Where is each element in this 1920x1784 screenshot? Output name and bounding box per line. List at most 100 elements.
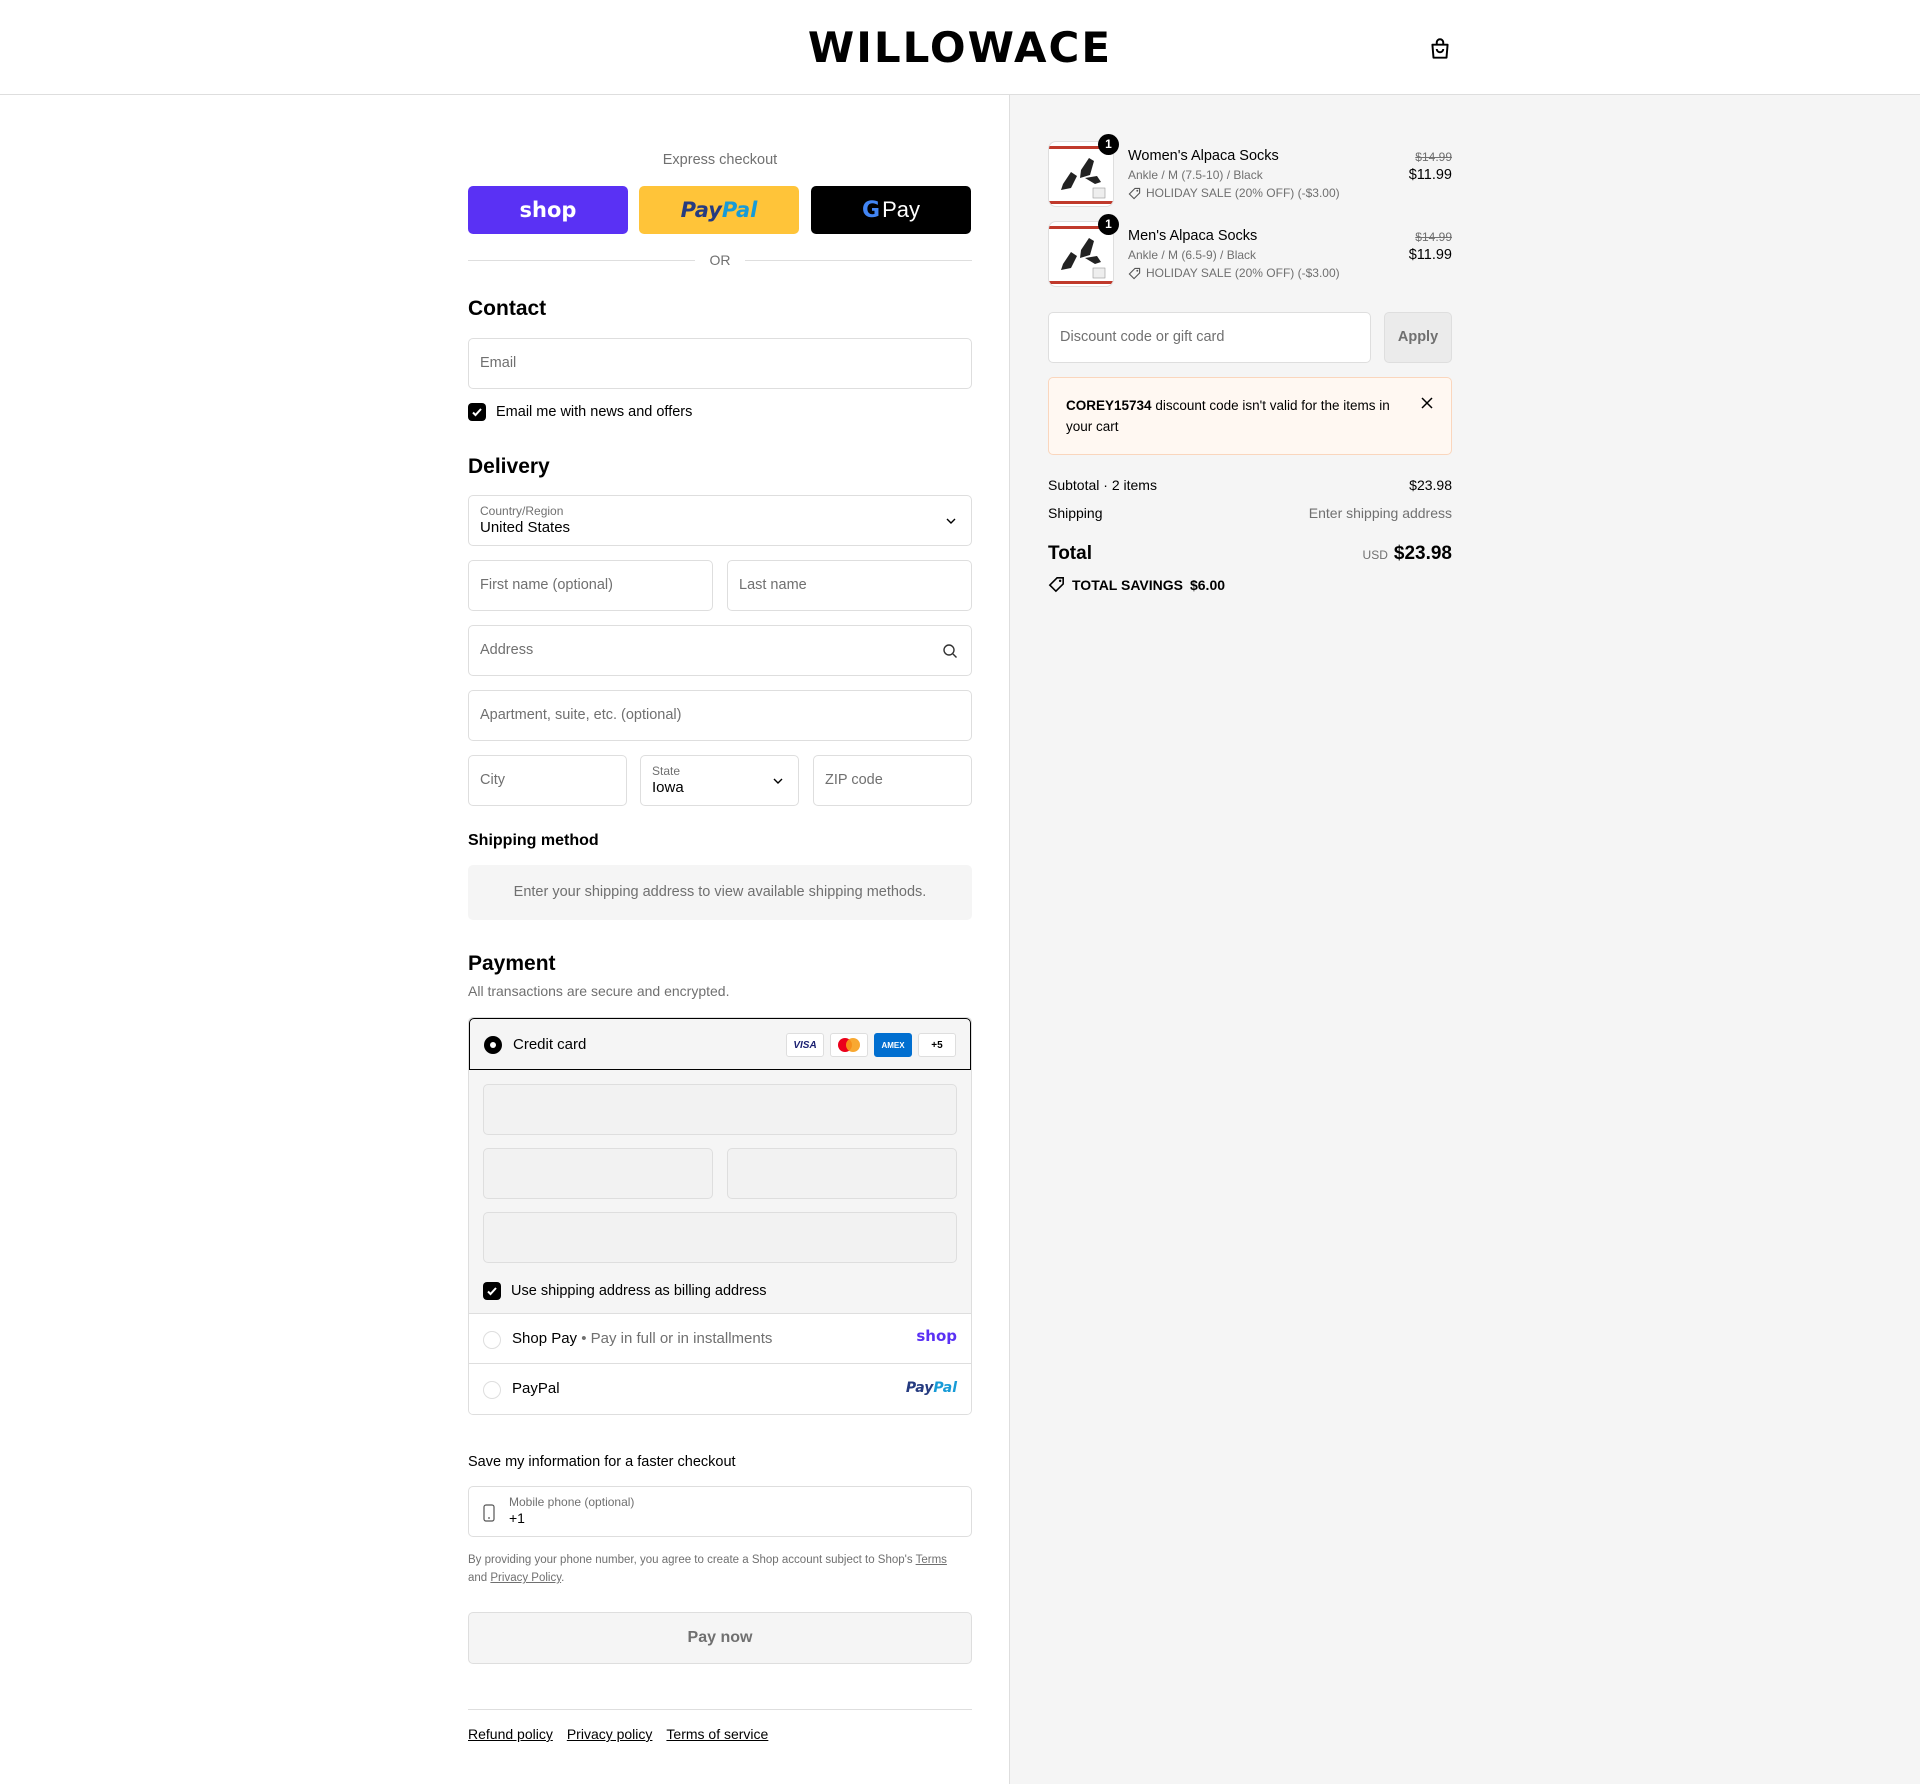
newsletter-checkbox-row[interactable]: Email me with news and offers bbox=[468, 403, 692, 421]
brand-logo[interactable]: WILLOWACE bbox=[0, 22, 1920, 74]
save-info-heading: Save my information for a faster checkou… bbox=[468, 1454, 736, 1470]
shop-pay-label-group: Shop Pay • Pay in full or in installment… bbox=[512, 1330, 772, 1347]
total-value: $23.98 bbox=[1393, 543, 1452, 564]
paypal-option[interactable]: PayPal PayPal bbox=[469, 1364, 971, 1414]
shopping-bag-icon[interactable] bbox=[1427, 36, 1453, 62]
pay-now-button[interactable]: Pay now bbox=[468, 1612, 972, 1664]
shop-pay-option[interactable]: Shop Pay • Pay in full or in installment… bbox=[469, 1314, 971, 1364]
shop-logo-icon: shop bbox=[916, 1327, 957, 1345]
credit-card-label: Credit card bbox=[513, 1036, 587, 1053]
discount-error-text: COREY15734 discount code isn't valid for… bbox=[1066, 395, 1406, 437]
more-cards-badge: +5 bbox=[918, 1033, 956, 1057]
card-name-field[interactable] bbox=[483, 1212, 957, 1263]
shop-pay-separator: • bbox=[577, 1330, 591, 1347]
credit-card-option[interactable]: Credit card VISA AMEX +5 bbox=[469, 1018, 971, 1070]
refund-policy-link[interactable]: Refund policy bbox=[468, 1726, 553, 1742]
savings-label: TOTAL SAVINGS bbox=[1072, 576, 1183, 593]
country-select[interactable]: Country/Region United States bbox=[468, 495, 972, 546]
tag-icon bbox=[1128, 267, 1141, 279]
footer-divider bbox=[468, 1709, 972, 1710]
discount-code-input[interactable]: Discount code or gift card bbox=[1048, 312, 1371, 363]
paypal-radio[interactable] bbox=[483, 1381, 501, 1399]
billing-checkbox[interactable] bbox=[483, 1282, 501, 1300]
header: WILLOWACE bbox=[0, 0, 1920, 95]
item-discount-label: HOLIDAY SALE (20% OFF) (-$3.00) bbox=[1146, 186, 1340, 200]
privacy-policy-link[interactable]: Privacy Policy bbox=[490, 1572, 561, 1584]
quantity-badge: 1 bbox=[1098, 214, 1119, 235]
or-divider: OR bbox=[468, 250, 972, 270]
paypal-logo-icon: PayPal bbox=[906, 1380, 957, 1396]
shop-pay-label: Shop Pay bbox=[512, 1330, 578, 1347]
cart-item: 1 Women's Alpaca Socks Ankle / M (7.5-10… bbox=[1048, 134, 1452, 207]
billing-label: Use shipping address as billing address bbox=[511, 1283, 767, 1299]
billing-checkbox-row[interactable]: Use shipping address as billing address bbox=[483, 1282, 767, 1300]
item-discount: HOLIDAY SALE (20% OFF) (-$3.00) bbox=[1128, 266, 1340, 280]
privacy-policy-footer-link[interactable]: Privacy policy bbox=[567, 1726, 653, 1742]
savings-value: $6.00 bbox=[1189, 576, 1226, 593]
item-discount-label: HOLIDAY SALE (20% OFF) (-$3.00) bbox=[1146, 266, 1340, 280]
newsletter-checkbox[interactable] bbox=[468, 403, 486, 421]
discount-placeholder: Discount code or gift card bbox=[1060, 329, 1225, 345]
chevron-down-icon bbox=[773, 778, 783, 784]
email-placeholder: Email bbox=[480, 355, 517, 371]
state-select[interactable]: State Iowa bbox=[640, 755, 799, 806]
mobile-phone-field[interactable]: Mobile phone (optional) +1 bbox=[468, 1486, 972, 1537]
checkmark-icon bbox=[472, 408, 482, 417]
zip-field[interactable]: ZIP code bbox=[813, 755, 972, 806]
delivery-heading: Delivery bbox=[468, 455, 550, 478]
apply-discount-button[interactable]: Apply bbox=[1384, 312, 1452, 363]
paypal-label: PayPal bbox=[512, 1380, 560, 1397]
google-pay-express-button[interactable]: G Pay bbox=[811, 186, 971, 234]
terms-link[interactable]: Terms bbox=[916, 1554, 947, 1566]
discount-error-banner: COREY15734 discount code isn't valid for… bbox=[1048, 377, 1452, 455]
google-g-icon: G bbox=[862, 197, 881, 223]
first-name-placeholder: First name (optional) bbox=[480, 577, 613, 593]
item-price: $11.99 bbox=[1408, 247, 1452, 263]
shipping-label: Shipping bbox=[1048, 505, 1103, 521]
newsletter-label: Email me with news and offers bbox=[496, 404, 693, 420]
zip-placeholder: ZIP code bbox=[825, 772, 883, 788]
item-name: Men's Alpaca Socks bbox=[1128, 228, 1258, 244]
shop-pay-express-button[interactable]: shop bbox=[468, 186, 628, 234]
item-discount: HOLIDAY SALE (20% OFF) (-$3.00) bbox=[1128, 186, 1340, 200]
total-savings: TOTAL SAVINGS $6.00 bbox=[1048, 576, 1225, 593]
last-name-field[interactable]: Last name bbox=[727, 560, 972, 611]
terms-of-service-link[interactable]: Terms of service bbox=[666, 1726, 768, 1742]
card-number-field[interactable] bbox=[483, 1084, 957, 1135]
terms-and: and bbox=[468, 1572, 491, 1584]
country-label: Country/Region bbox=[480, 504, 564, 518]
email-field[interactable]: Email bbox=[468, 338, 972, 389]
payment-subtitle: All transactions are secure and encrypte… bbox=[468, 983, 730, 999]
item-old-price: $14.99 bbox=[1415, 150, 1452, 164]
credit-card-radio[interactable] bbox=[484, 1036, 502, 1054]
item-price: $11.99 bbox=[1408, 167, 1452, 183]
address-field[interactable]: Address bbox=[468, 625, 972, 676]
paypal-logo-part1: Pay bbox=[905, 1380, 934, 1396]
checkmark-icon bbox=[487, 1287, 497, 1296]
subtotal-label: Subtotal · 2 items bbox=[1048, 477, 1157, 493]
amex-icon: AMEX bbox=[874, 1033, 912, 1057]
paypal-logo-part2: Pal bbox=[933, 1380, 957, 1396]
apartment-field[interactable]: Apartment, suite, etc. (optional) bbox=[468, 690, 972, 741]
city-placeholder: City bbox=[480, 772, 505, 788]
card-expiry-field[interactable] bbox=[483, 1148, 713, 1199]
country-value: United States bbox=[480, 519, 571, 536]
shop-pay-radio[interactable] bbox=[483, 1331, 501, 1349]
footer-links: Refund policy Privacy policy Terms of se… bbox=[468, 1726, 768, 1742]
paypal-logo-part2: Pal bbox=[721, 198, 758, 222]
mobile-phone-icon bbox=[483, 1504, 495, 1522]
close-icon[interactable] bbox=[1421, 397, 1433, 409]
first-name-field[interactable]: First name (optional) bbox=[468, 560, 713, 611]
payment-heading: Payment bbox=[468, 952, 556, 975]
city-field[interactable]: City bbox=[468, 755, 627, 806]
chevron-down-icon bbox=[946, 518, 956, 524]
payment-methods: Credit card VISA AMEX +5 Use shipping ad… bbox=[468, 1017, 972, 1415]
item-variant: Ankle / M (7.5-10) / Black bbox=[1128, 168, 1263, 182]
apartment-placeholder: Apartment, suite, etc. (optional) bbox=[480, 707, 682, 723]
tag-icon bbox=[1048, 577, 1064, 593]
item-name: Women's Alpaca Socks bbox=[1128, 148, 1279, 164]
paypal-express-button[interactable]: Pay Pal bbox=[639, 186, 799, 234]
total-amount: USD $23.98 bbox=[1363, 543, 1452, 565]
card-cvv-field[interactable] bbox=[727, 1148, 957, 1199]
address-placeholder: Address bbox=[480, 642, 534, 658]
